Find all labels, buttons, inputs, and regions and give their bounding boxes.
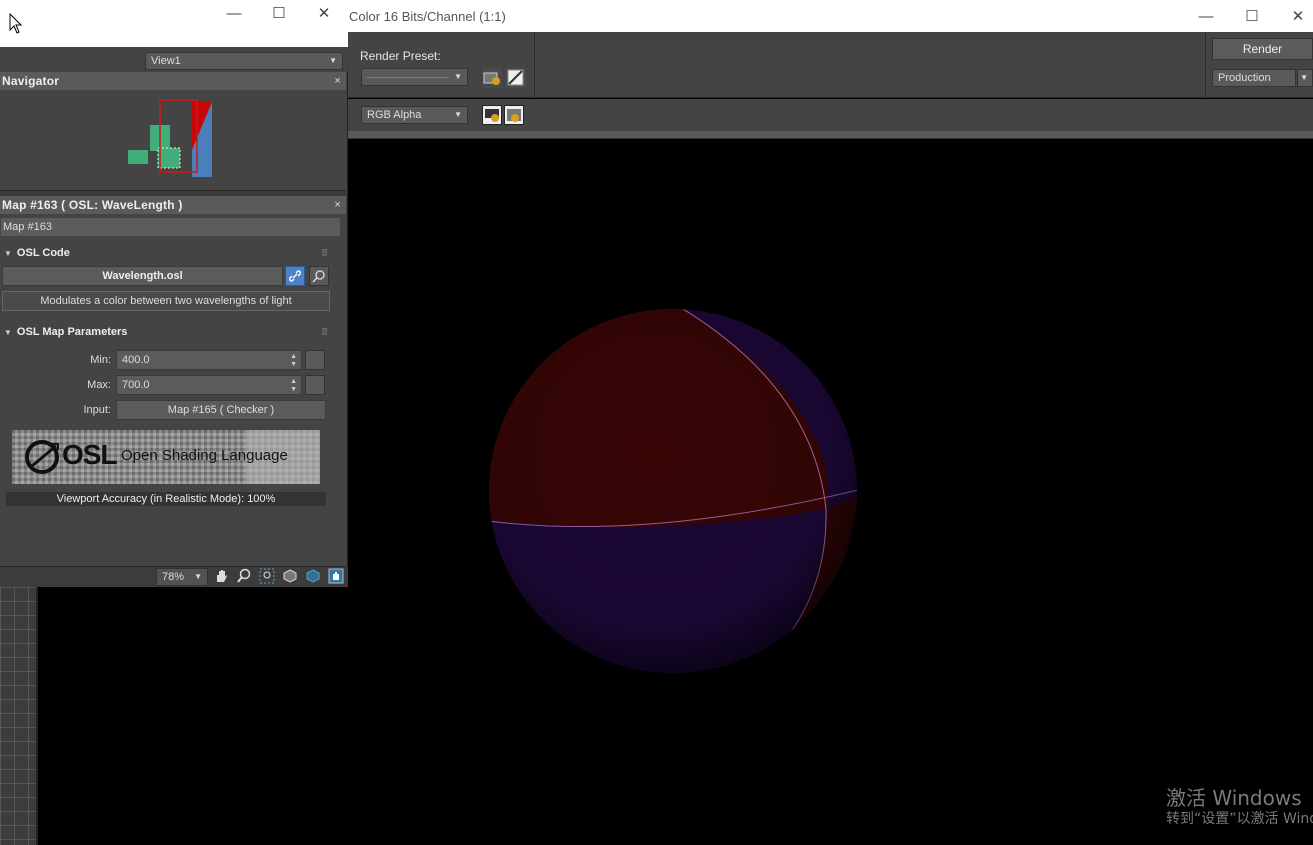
chevron-down-icon: ▼ (1300, 73, 1308, 82)
spinner-arrows-icon[interactable]: ▲ ▼ (290, 351, 297, 369)
osl-logo-banner: OSL Open Shading Language (12, 430, 320, 484)
max-spinner[interactable]: 700.0 ▲ ▼ (116, 375, 302, 395)
navigator-header: Navigator × (0, 72, 346, 90)
zoom-extents-icon[interactable] (282, 568, 300, 584)
toggle-ui-overlay-icon[interactable] (504, 105, 524, 125)
mouse-cursor-icon (9, 13, 23, 34)
production-dropdown-arrow[interactable]: ▼ (1297, 69, 1313, 87)
osl-file-button[interactable]: Wavelength.osl (2, 266, 283, 286)
viewport-accuracy-bar: Viewport Accuracy (in Realistic Mode): 1… (6, 492, 326, 506)
close-icon[interactable]: × (334, 72, 341, 90)
grip-icon: ⠿ (321, 327, 328, 337)
chevron-down-icon: ▼ (454, 110, 462, 119)
spinner-arrows-icon[interactable]: ▲ ▼ (290, 376, 297, 394)
collapse-triangle-icon: ▼ (4, 249, 12, 258)
render-button[interactable]: Render (1212, 38, 1313, 60)
rendered-sphere (488, 309, 862, 673)
collapse-triangle-icon: ▼ (4, 328, 12, 337)
zoom-region-icon[interactable] (259, 568, 277, 584)
chevron-down-icon: ▼ (329, 56, 337, 65)
windows-activation-watermark: 激活 Windows (1166, 786, 1302, 810)
max-map-button[interactable] (305, 375, 325, 395)
min-label: Min: (90, 354, 111, 366)
windows-activation-hint: 转到“设置”以激活 Windows。 (1166, 811, 1313, 827)
max-label: Max: (87, 379, 111, 391)
input-label: Input: (83, 404, 111, 416)
maximize-button[interactable]: ☐ (256, 0, 302, 26)
zoom-extents-selected-icon[interactable] (305, 568, 323, 584)
slate-editor-titlebar: — ☐ ✕ (0, 0, 348, 47)
environment-effects-icon[interactable] (506, 68, 526, 88)
empty-value-line (366, 77, 449, 78)
link-icon[interactable] (285, 266, 305, 286)
parameter-editor-header: Map #163 ( OSL: WaveLength ) × (0, 196, 346, 214)
grip-icon: ⠿ (321, 248, 328, 258)
toolbar-divider (534, 32, 535, 98)
zoom-icon[interactable] (236, 568, 254, 584)
navigator-view[interactable] (0, 90, 346, 188)
toggle-navigator-icon[interactable] (328, 568, 346, 584)
pan-hand-icon[interactable] (213, 568, 231, 584)
input-map-button[interactable]: Map #165 ( Checker ) (116, 400, 326, 420)
chevron-down-icon: ▼ (454, 72, 462, 81)
osl-description: Modulates a color between two wavelength… (2, 291, 330, 311)
navigator-title: Navigator (2, 74, 60, 88)
map-name-input[interactable]: Map #163 (1, 218, 340, 236)
render-setup-icon[interactable] (482, 68, 502, 88)
view-dropdown[interactable]: View1 ▼ (145, 52, 343, 70)
slate-material-editor: — ☐ ✕ View1 ▼ Navigator × Map #163 ( OSL… (0, 0, 348, 587)
zoom-dropdown[interactable]: 78% ▼ (156, 568, 208, 586)
close-icon[interactable]: × (334, 196, 341, 214)
parameter-editor-title: Map #163 ( OSL: WaveLength ) (2, 198, 183, 212)
osl-wordmark: OSL (62, 439, 118, 470)
maximize-button[interactable]: ☐ (1229, 0, 1275, 32)
channel-dropdown[interactable]: RGB Alpha ▼ (361, 106, 468, 124)
render-preset-dropdown[interactable]: ▼ (361, 68, 468, 86)
osl-map-parameters-rollout[interactable]: ▼ OSL Map Parameters ⠿ (0, 322, 334, 342)
osl-tagline: Open Shading Language (121, 447, 288, 464)
search-icon[interactable] (309, 266, 329, 286)
min-spinner[interactable]: 400.0 ▲ ▼ (116, 350, 302, 370)
chevron-down-icon: ▼ (194, 572, 202, 581)
minimize-button[interactable]: — (211, 0, 257, 26)
min-map-button[interactable] (305, 350, 325, 370)
viewport-grid (0, 587, 38, 845)
close-button[interactable]: ✕ (301, 0, 347, 26)
osl-code-rollout[interactable]: ▼ OSL Code ⠿ (0, 243, 334, 263)
render-window-title: Color 16 Bits/Channel (1:1) (349, 9, 506, 24)
production-dropdown[interactable]: Production (1212, 69, 1296, 87)
close-button[interactable]: ✕ (1275, 0, 1313, 32)
display-monitor-icon[interactable] (482, 105, 502, 125)
toolbar-divider (1205, 32, 1206, 98)
render-preset-label: Render Preset: (360, 49, 441, 63)
minimize-button[interactable]: — (1183, 0, 1229, 32)
